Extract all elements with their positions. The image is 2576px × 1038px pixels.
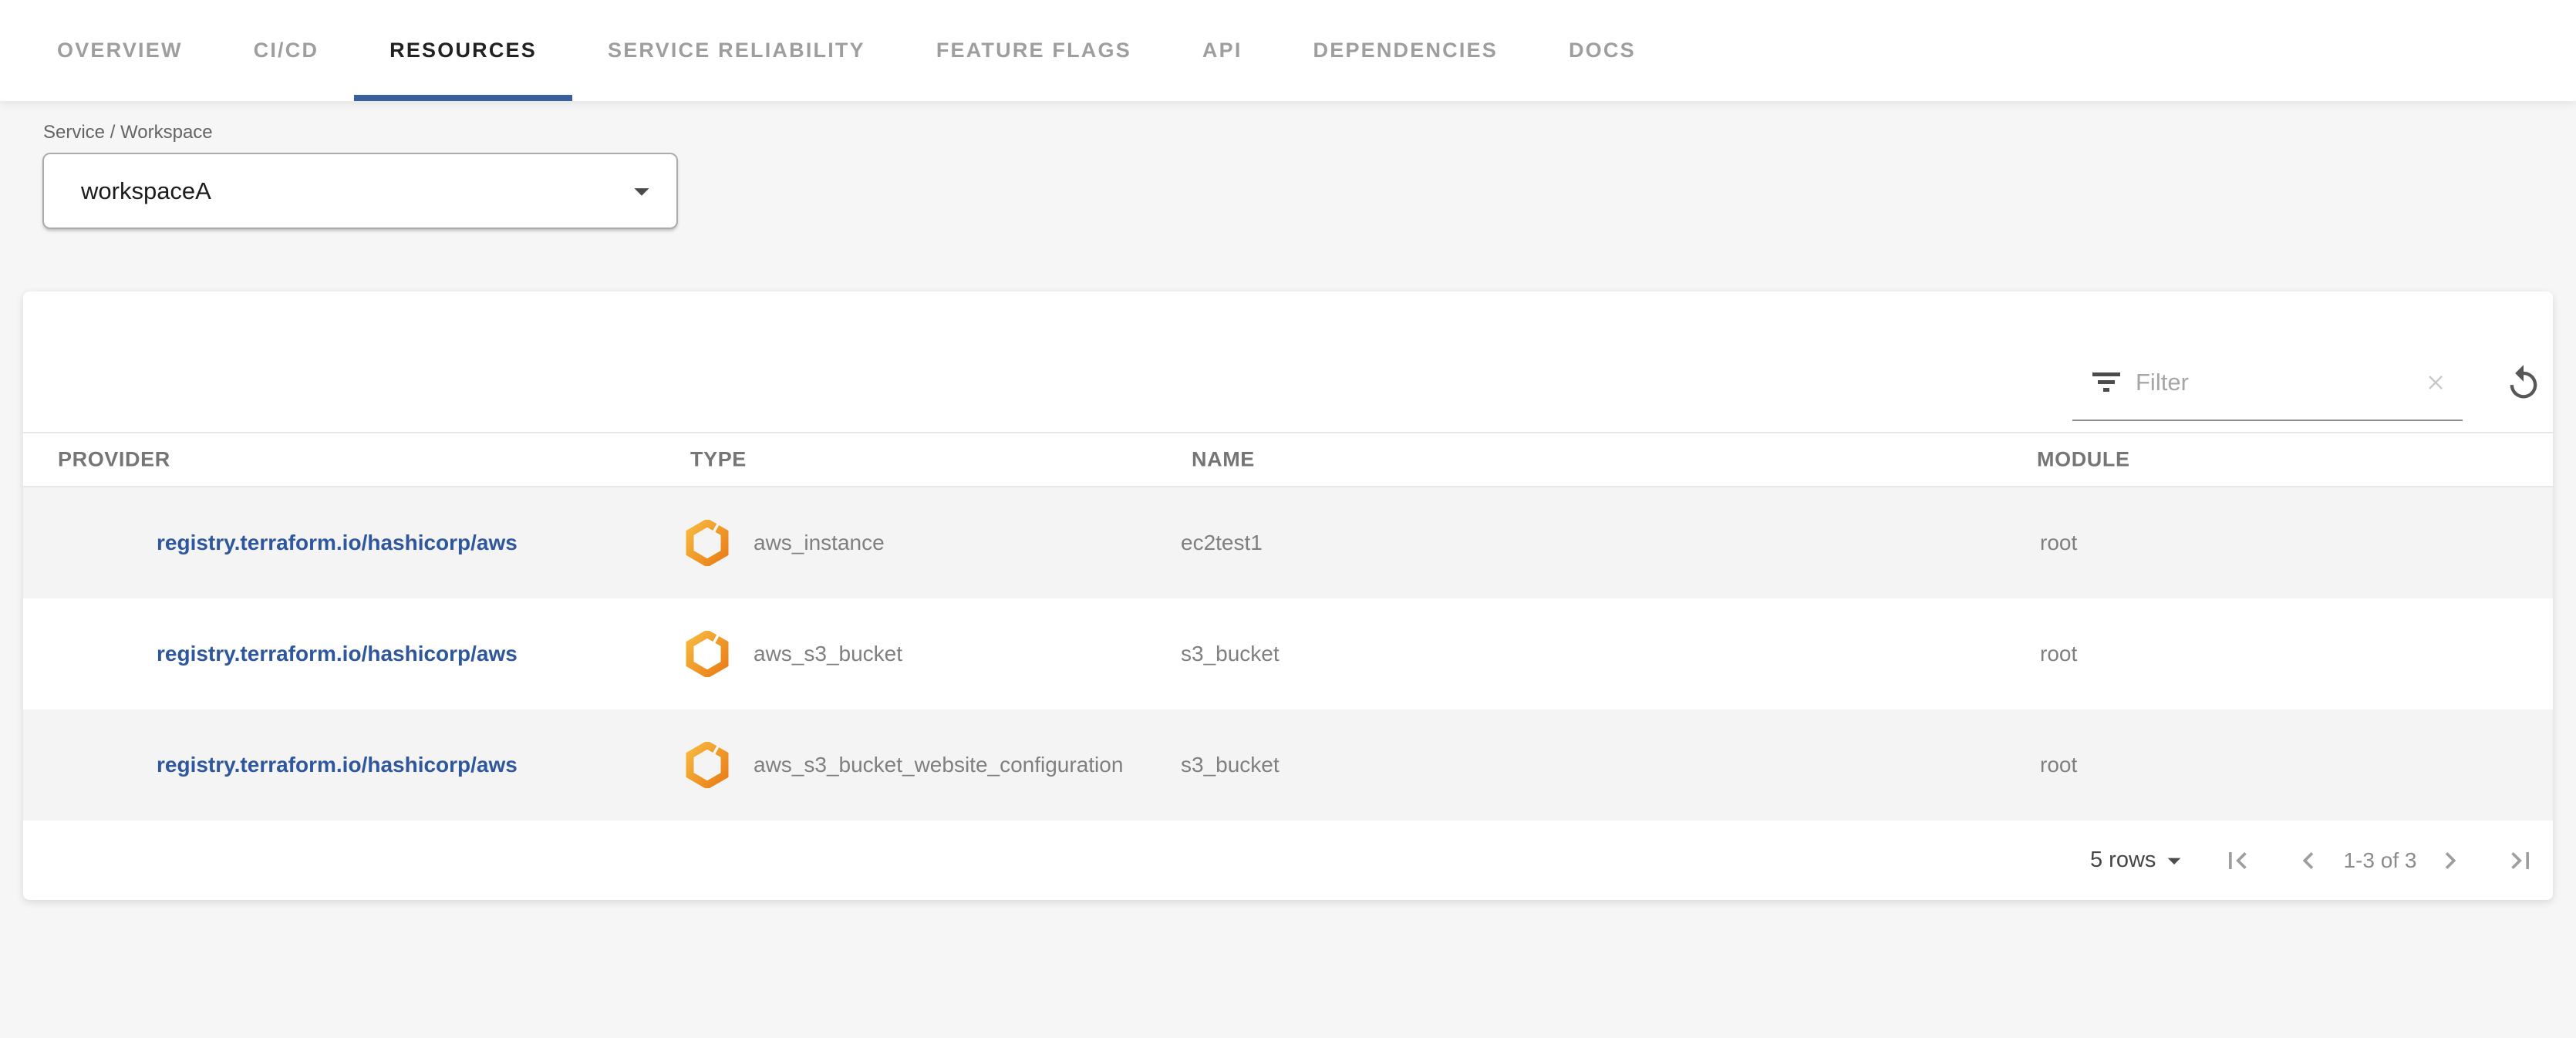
column-header-name: NAME: [1192, 448, 1255, 472]
name-label: s3_bucket: [1181, 642, 1280, 666]
type-label: aws_s3_bucket: [733, 642, 902, 666]
column-header-provider: PROVIDER: [58, 448, 170, 472]
tab-label: OVERVIEW: [57, 39, 183, 62]
tab-docs[interactable]: DOCS: [1533, 0, 1671, 101]
tab-resources[interactable]: RESOURCES: [354, 0, 572, 101]
provider-link[interactable]: registry.terraform.io/hashicorp/aws: [157, 753, 518, 777]
tab-label: SERVICE RELIABILITY: [608, 39, 865, 62]
next-page-button[interactable]: [2430, 841, 2470, 881]
module-label: root: [2040, 753, 2077, 777]
first-page-button[interactable]: [2217, 841, 2257, 881]
chevron-right-icon: [2433, 844, 2467, 878]
refresh-button[interactable]: [2502, 362, 2545, 406]
first-page-icon: [2220, 844, 2254, 878]
name-label: s3_bucket: [1181, 753, 1280, 777]
type-label: aws_instance: [733, 531, 885, 555]
tab-label: CI/CD: [254, 39, 319, 62]
module-label: root: [2040, 642, 2077, 666]
workspace-select[interactable]: workspaceA: [42, 153, 678, 229]
pagination: 5 rows 1-3 of 3: [23, 821, 2553, 900]
tab-label: DEPENDENCIES: [1313, 39, 1498, 62]
table-row: registry.terraform.io/hashicorp/aws aws_…: [23, 598, 2553, 709]
name-label: ec2test1: [1181, 531, 1263, 554]
terraform-provider-icon: [686, 742, 729, 788]
column-header-module: MODULE: [2037, 448, 2130, 472]
last-page-icon: [2504, 844, 2537, 878]
filter-input[interactable]: [2134, 368, 2409, 397]
workspace-selector-label: Service / Workspace: [43, 122, 213, 143]
rows-per-page-select[interactable]: 5 rows: [2090, 845, 2190, 876]
workspace-resources-card: Workspace Resources PROVIDER TYPE NAME M…: [23, 292, 2553, 900]
tab-service-reliability[interactable]: SERVICE RELIABILITY: [572, 0, 901, 101]
tab-api[interactable]: API: [1167, 0, 1278, 101]
app-root: OVERVIEW CI/CD RESOURCES SERVICE RELIABI…: [0, 0, 2576, 1038]
tab-label: API: [1202, 39, 1242, 62]
chevron-down-icon: [624, 174, 659, 209]
tab-label: FEATURE FLAGS: [936, 39, 1131, 62]
page-range-label: 1-3 of 3: [2328, 848, 2433, 873]
table-row: registry.terraform.io/hashicorp/aws aws_…: [23, 487, 2553, 598]
chevron-left-icon: [2291, 844, 2325, 878]
filter-field[interactable]: [2072, 345, 2463, 421]
last-page-button[interactable]: [2500, 841, 2541, 881]
rows-per-page-label: 5 rows: [2090, 848, 2156, 873]
table-header-row: PROVIDER TYPE NAME MODULE: [23, 432, 2553, 487]
clear-filter-icon[interactable]: [2423, 369, 2449, 396]
tab-label: DOCS: [1569, 39, 1636, 62]
refresh-icon: [2504, 363, 2544, 403]
type-label: aws_s3_bucket_website_configuration: [733, 753, 1123, 777]
tab-label: RESOURCES: [389, 39, 537, 62]
provider-link[interactable]: registry.terraform.io/hashicorp/aws: [157, 642, 518, 666]
previous-page-button[interactable]: [2288, 841, 2328, 881]
terraform-provider-icon: [686, 631, 729, 677]
terraform-provider-icon: [686, 520, 729, 566]
filter-icon: [2092, 371, 2120, 394]
workspace-select-value: workspaceA: [81, 177, 211, 205]
table-body: registry.terraform.io/hashicorp/aws aws_…: [23, 487, 2553, 821]
provider-link[interactable]: registry.terraform.io/hashicorp/aws: [157, 531, 518, 554]
tab-ci-cd[interactable]: CI/CD: [218, 0, 355, 101]
caret-down-icon: [2159, 845, 2190, 876]
tab-dependencies[interactable]: DEPENDENCIES: [1278, 0, 1533, 101]
module-label: root: [2040, 531, 2077, 554]
table-row: registry.terraform.io/hashicorp/aws aws_…: [23, 709, 2553, 821]
tab-overview[interactable]: OVERVIEW: [22, 0, 218, 101]
tab-feature-flags[interactable]: FEATURE FLAGS: [901, 0, 1167, 101]
tab-bar: OVERVIEW CI/CD RESOURCES SERVICE RELIABI…: [0, 0, 2576, 101]
column-header-type: TYPE: [690, 448, 747, 472]
